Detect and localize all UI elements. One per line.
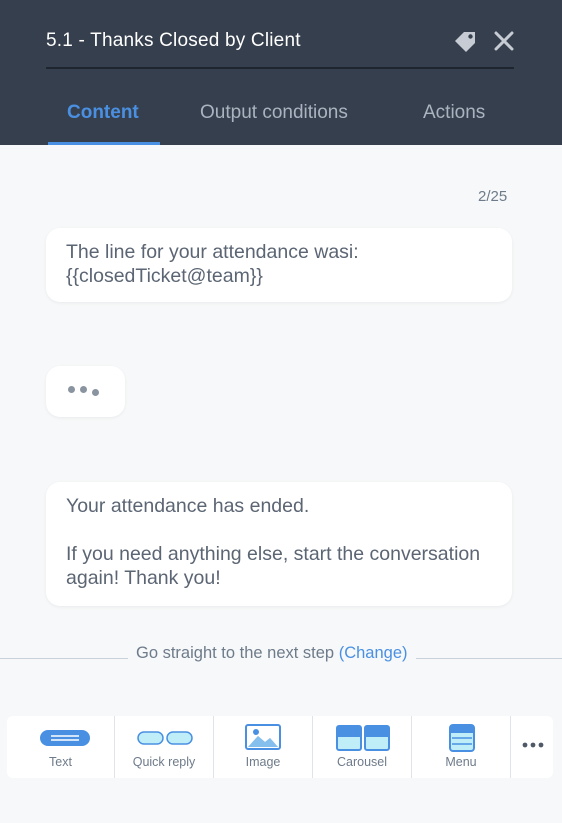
tag-icon[interactable] — [452, 29, 478, 55]
more-options-button[interactable] — [511, 716, 553, 778]
image-icon — [245, 724, 281, 750]
page-title: 5.1 - Thanks Closed by Client — [46, 30, 301, 51]
message-line: Your attendance has ended. — [66, 495, 310, 517]
tool-label: Image — [245, 755, 281, 769]
quick-reply-icon — [137, 731, 193, 745]
tab-content[interactable]: Content — [67, 102, 139, 124]
typing-dot — [80, 386, 87, 393]
add-image-button[interactable]: Image — [214, 716, 313, 778]
typing-indicator[interactable] — [46, 366, 125, 417]
add-quick-reply-button[interactable]: Quick reply — [115, 716, 214, 778]
message-line: {{closedTicket@team}} — [66, 265, 263, 287]
content-type-toolbar: Text Quick reply Image Carousel Menu — [7, 716, 553, 778]
tool-label: Quick reply — [132, 755, 196, 769]
next-step-text: Go straight to the next step — [136, 644, 335, 662]
close-icon[interactable] — [493, 30, 515, 52]
tool-label: Menu — [445, 755, 477, 769]
message-line: If you need anything else, start the con… — [66, 543, 481, 565]
add-menu-button[interactable]: Menu — [412, 716, 511, 778]
tab-actions[interactable]: Actions — [423, 102, 485, 124]
add-carousel-button[interactable]: Carousel — [313, 716, 412, 778]
change-link[interactable]: (Change) — [339, 644, 408, 662]
message-bubble[interactable]: The line for your attendance wasi: {{clo… — [46, 228, 512, 302]
message-bubble[interactable]: Your attendance has ended. If you need a… — [46, 482, 512, 606]
add-text-button[interactable]: Text — [7, 716, 115, 778]
text-icon — [40, 730, 90, 746]
message-counter: 2/25 — [478, 188, 508, 205]
active-tab-indicator — [48, 142, 160, 145]
title-divider — [46, 67, 514, 69]
message-line — [66, 518, 492, 542]
message-line: again! Thank you! — [66, 567, 221, 589]
carousel-icon — [336, 725, 390, 751]
more-icon — [522, 742, 544, 748]
menu-icon — [449, 724, 475, 752]
typing-dot — [92, 389, 99, 396]
header: 5.1 - Thanks Closed by Client Content Ou… — [0, 0, 562, 145]
tab-output-conditions[interactable]: Output conditions — [200, 102, 348, 124]
next-step-label: Go straight to the next step (Change) — [128, 644, 416, 663]
tool-label: Carousel — [336, 755, 388, 769]
tool-label: Text — [49, 755, 72, 769]
message-line: The line for your attendance wasi: — [66, 241, 359, 263]
typing-dot — [68, 386, 75, 393]
